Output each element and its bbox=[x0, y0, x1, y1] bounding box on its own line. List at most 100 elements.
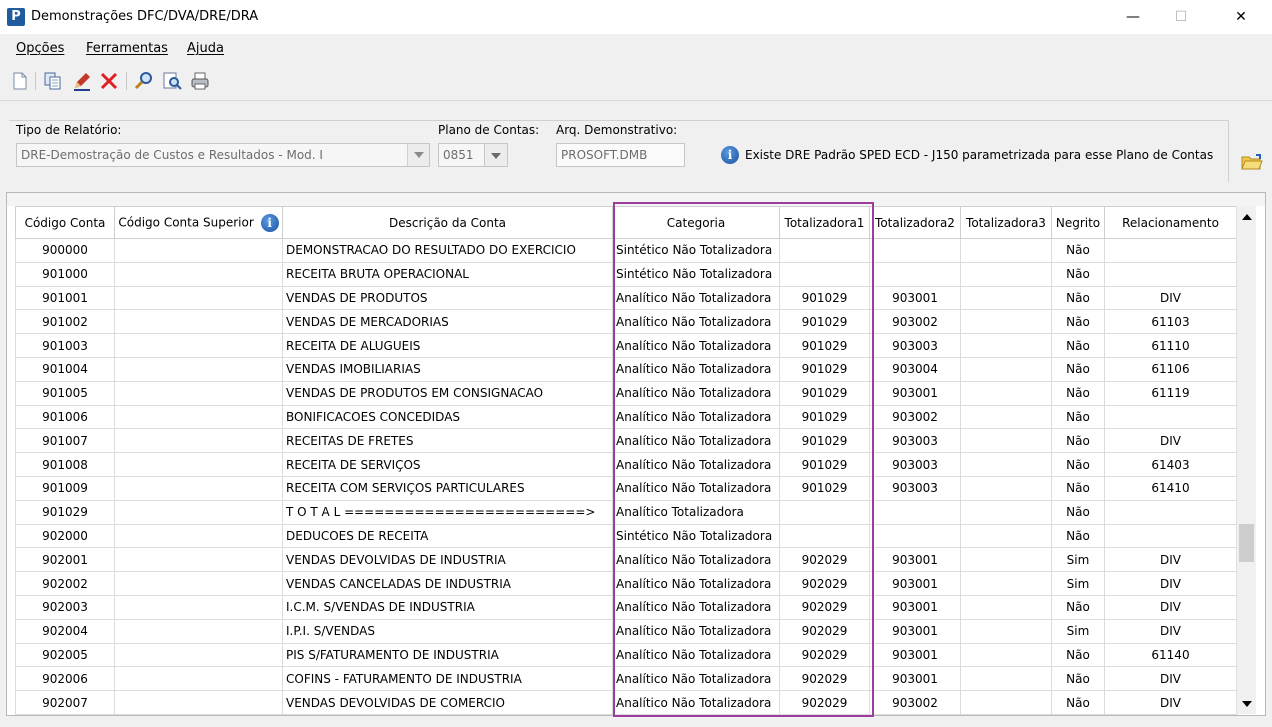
cell-totalizadora2[interactable]: 903003 bbox=[869, 452, 961, 477]
cell-categoria[interactable]: Analítico Não Totalizadora bbox=[612, 309, 780, 335]
cell-negrito[interactable]: Não bbox=[1051, 309, 1105, 335]
cell-totalizadora3[interactable] bbox=[960, 238, 1052, 263]
cell-relacionamento[interactable]: 61140 bbox=[1104, 642, 1237, 668]
table-row[interactable]: 901006 BONIFICACOES CONCEDIDAS Analítico N… bbox=[15, 404, 1237, 430]
cell-relacionamento[interactable]: 61103 bbox=[1104, 309, 1237, 335]
col-header-totalizadora1[interactable]: Totalizadora1 bbox=[779, 206, 870, 239]
cell-descricao[interactable]: I.P.I. S/VENDAS bbox=[282, 618, 613, 644]
cell-relacionamento[interactable]: DIV bbox=[1104, 428, 1237, 454]
cell-totalizadora2[interactable]: 903003 bbox=[869, 475, 961, 501]
cell-totalizadora1[interactable]: 902029 bbox=[779, 690, 870, 715]
cell-negrito[interactable]: Não bbox=[1051, 666, 1105, 692]
cell-descricao[interactable]: RECEITA DE SERVIÇOS bbox=[282, 452, 613, 477]
cell-totalizadora1[interactable]: 901029 bbox=[779, 475, 870, 501]
copy-icon[interactable] bbox=[43, 71, 63, 91]
cell-codigo-superior[interactable] bbox=[114, 356, 283, 382]
cell-totalizadora1[interactable]: 901029 bbox=[779, 333, 870, 358]
cell-codigo-conta[interactable]: 902007 bbox=[15, 690, 115, 715]
table-row[interactable]: 902002 VENDAS CANCELADAS DE INDUSTRIA Anal… bbox=[15, 571, 1237, 596]
cell-descricao[interactable]: COFINS - FATURAMENTO DE INDUSTRIA bbox=[282, 666, 613, 692]
cell-totalizadora3[interactable] bbox=[960, 594, 1052, 620]
cell-totalizadora1[interactable] bbox=[779, 523, 870, 549]
cell-codigo-superior[interactable] bbox=[114, 666, 283, 692]
cell-relacionamento[interactable]: 61110 bbox=[1104, 333, 1237, 358]
print-icon[interactable] bbox=[190, 71, 210, 91]
cell-negrito[interactable]: Sim bbox=[1051, 547, 1105, 573]
scrollbar-thumb[interactable] bbox=[1239, 524, 1254, 562]
cell-totalizadora1[interactable]: 902029 bbox=[779, 618, 870, 644]
table-row[interactable]: 902003 I.C.M. S/VENDAS DE INDUSTRIA Analít… bbox=[15, 594, 1237, 620]
menu-opcoes[interactable]: Opções bbox=[16, 41, 64, 56]
cell-totalizadora3[interactable] bbox=[960, 380, 1052, 406]
table-row[interactable]: 901009 RECEITA COM SERVIÇOS PARTICULARES A… bbox=[15, 475, 1237, 501]
cell-relacionamento[interactable] bbox=[1104, 523, 1237, 549]
chart-of-accounts-dropdown-button[interactable] bbox=[484, 143, 508, 167]
cell-descricao[interactable]: VENDAS DEVOLVIDAS DE INDUSTRIA bbox=[282, 547, 613, 573]
col-header-relacionamento[interactable]: Relacionamento bbox=[1104, 206, 1237, 239]
col-header-totalizadora2[interactable]: Totalizadora2 bbox=[869, 206, 961, 239]
cell-codigo-conta[interactable]: 902005 bbox=[15, 642, 115, 668]
menu-ferramentas[interactable]: Ferramentas bbox=[86, 41, 168, 56]
cell-categoria[interactable]: Analítico Não Totalizadora bbox=[612, 547, 780, 573]
cell-totalizadora3[interactable] bbox=[960, 404, 1052, 430]
cell-totalizadora3[interactable] bbox=[960, 309, 1052, 335]
cell-totalizadora3[interactable] bbox=[960, 428, 1052, 454]
cell-categoria[interactable]: Analítico Não Totalizadora bbox=[612, 475, 780, 501]
cell-totalizadora1[interactable]: 901029 bbox=[779, 404, 870, 430]
cell-negrito[interactable]: Não bbox=[1051, 285, 1105, 311]
cell-negrito[interactable]: Não bbox=[1051, 380, 1105, 406]
cell-totalizadora1[interactable]: 901029 bbox=[779, 285, 870, 311]
col-header-descricao[interactable]: Descrição da Conta bbox=[282, 206, 613, 239]
cell-codigo-conta[interactable]: 901001 bbox=[15, 285, 115, 311]
cell-codigo-conta[interactable]: 901005 bbox=[15, 380, 115, 406]
cell-totalizadora2[interactable]: 903002 bbox=[869, 404, 961, 430]
cell-negrito[interactable]: Não bbox=[1051, 238, 1105, 263]
cell-totalizadora1[interactable]: 901029 bbox=[779, 356, 870, 382]
cell-categoria[interactable]: Analítico Não Totalizadora bbox=[612, 452, 780, 477]
table-row[interactable]: 901005 VENDAS DE PRODUTOS EM CONSIGNACAO A… bbox=[15, 380, 1237, 406]
cell-codigo-conta[interactable]: 901006 bbox=[15, 404, 115, 430]
cell-totalizadora3[interactable] bbox=[960, 618, 1052, 644]
cell-totalizadora2[interactable] bbox=[869, 238, 961, 263]
cell-relacionamento[interactable] bbox=[1104, 404, 1237, 430]
delete-x-icon[interactable] bbox=[99, 71, 119, 91]
cell-codigo-superior[interactable] bbox=[114, 571, 283, 596]
cell-codigo-conta[interactable]: 900000 bbox=[15, 238, 115, 263]
table-row[interactable]: 902000 DEDUCOES DE RECEITA Sintético Não T… bbox=[15, 523, 1237, 549]
table-row[interactable]: 901003 RECEITA DE ALUGUEIS Analítico Não T… bbox=[15, 333, 1237, 358]
cell-negrito[interactable]: Sim bbox=[1051, 618, 1105, 644]
cell-totalizadora3[interactable] bbox=[960, 523, 1052, 549]
cell-totalizadora1[interactable]: 901029 bbox=[779, 428, 870, 454]
cell-categoria[interactable]: Analítico Não Totalizadora bbox=[612, 618, 780, 644]
cell-codigo-conta[interactable]: 901008 bbox=[15, 452, 115, 477]
close-button[interactable]: ✕ bbox=[1218, 0, 1264, 34]
cell-categoria[interactable]: Analítico Não Totalizadora bbox=[612, 380, 780, 406]
cell-totalizadora2[interactable]: 903001 bbox=[869, 618, 961, 644]
cell-categoria[interactable]: Sintético Não Totalizadora bbox=[612, 238, 780, 263]
cell-totalizadora3[interactable] bbox=[960, 356, 1052, 382]
cell-descricao[interactable]: VENDAS DE PRODUTOS EM CONSIGNACAO bbox=[282, 380, 613, 406]
cell-descricao[interactable]: BONIFICACOES CONCEDIDAS bbox=[282, 404, 613, 430]
cell-totalizadora2[interactable]: 903001 bbox=[869, 380, 961, 406]
cell-totalizadora2[interactable] bbox=[869, 499, 961, 525]
cell-totalizadora1[interactable] bbox=[779, 238, 870, 263]
cell-totalizadora3[interactable] bbox=[960, 285, 1052, 311]
cell-codigo-superior[interactable] bbox=[114, 618, 283, 644]
cell-relacionamento[interactable]: 61119 bbox=[1104, 380, 1237, 406]
cell-codigo-superior[interactable] bbox=[114, 475, 283, 501]
cell-negrito[interactable]: Não bbox=[1051, 404, 1105, 430]
cell-totalizadora2[interactable]: 903001 bbox=[869, 594, 961, 620]
table-row[interactable]: 902006 COFINS - FATURAMENTO DE INDUSTRIA A… bbox=[15, 666, 1237, 692]
cell-categoria[interactable]: Analítico Não Totalizadora bbox=[612, 666, 780, 692]
cell-relacionamento[interactable]: DIV bbox=[1104, 666, 1237, 692]
table-row[interactable]: 902005 PIS S/FATURAMENTO DE INDUSTRIA Anal… bbox=[15, 642, 1237, 668]
cell-totalizadora2[interactable]: 903004 bbox=[869, 356, 961, 382]
cell-descricao[interactable]: DEDUCOES DE RECEITA bbox=[282, 523, 613, 549]
cell-totalizadora2[interactable] bbox=[869, 261, 961, 287]
cell-codigo-superior[interactable] bbox=[114, 238, 283, 263]
cell-totalizadora1[interactable]: 902029 bbox=[779, 594, 870, 620]
cell-categoria[interactable]: Analítico Não Totalizadora bbox=[612, 642, 780, 668]
new-document-icon[interactable] bbox=[10, 71, 30, 91]
cell-descricao[interactable]: VENDAS DEVOLVIDAS DE COMERCIO bbox=[282, 690, 613, 715]
cell-codigo-conta[interactable]: 902004 bbox=[15, 618, 115, 644]
